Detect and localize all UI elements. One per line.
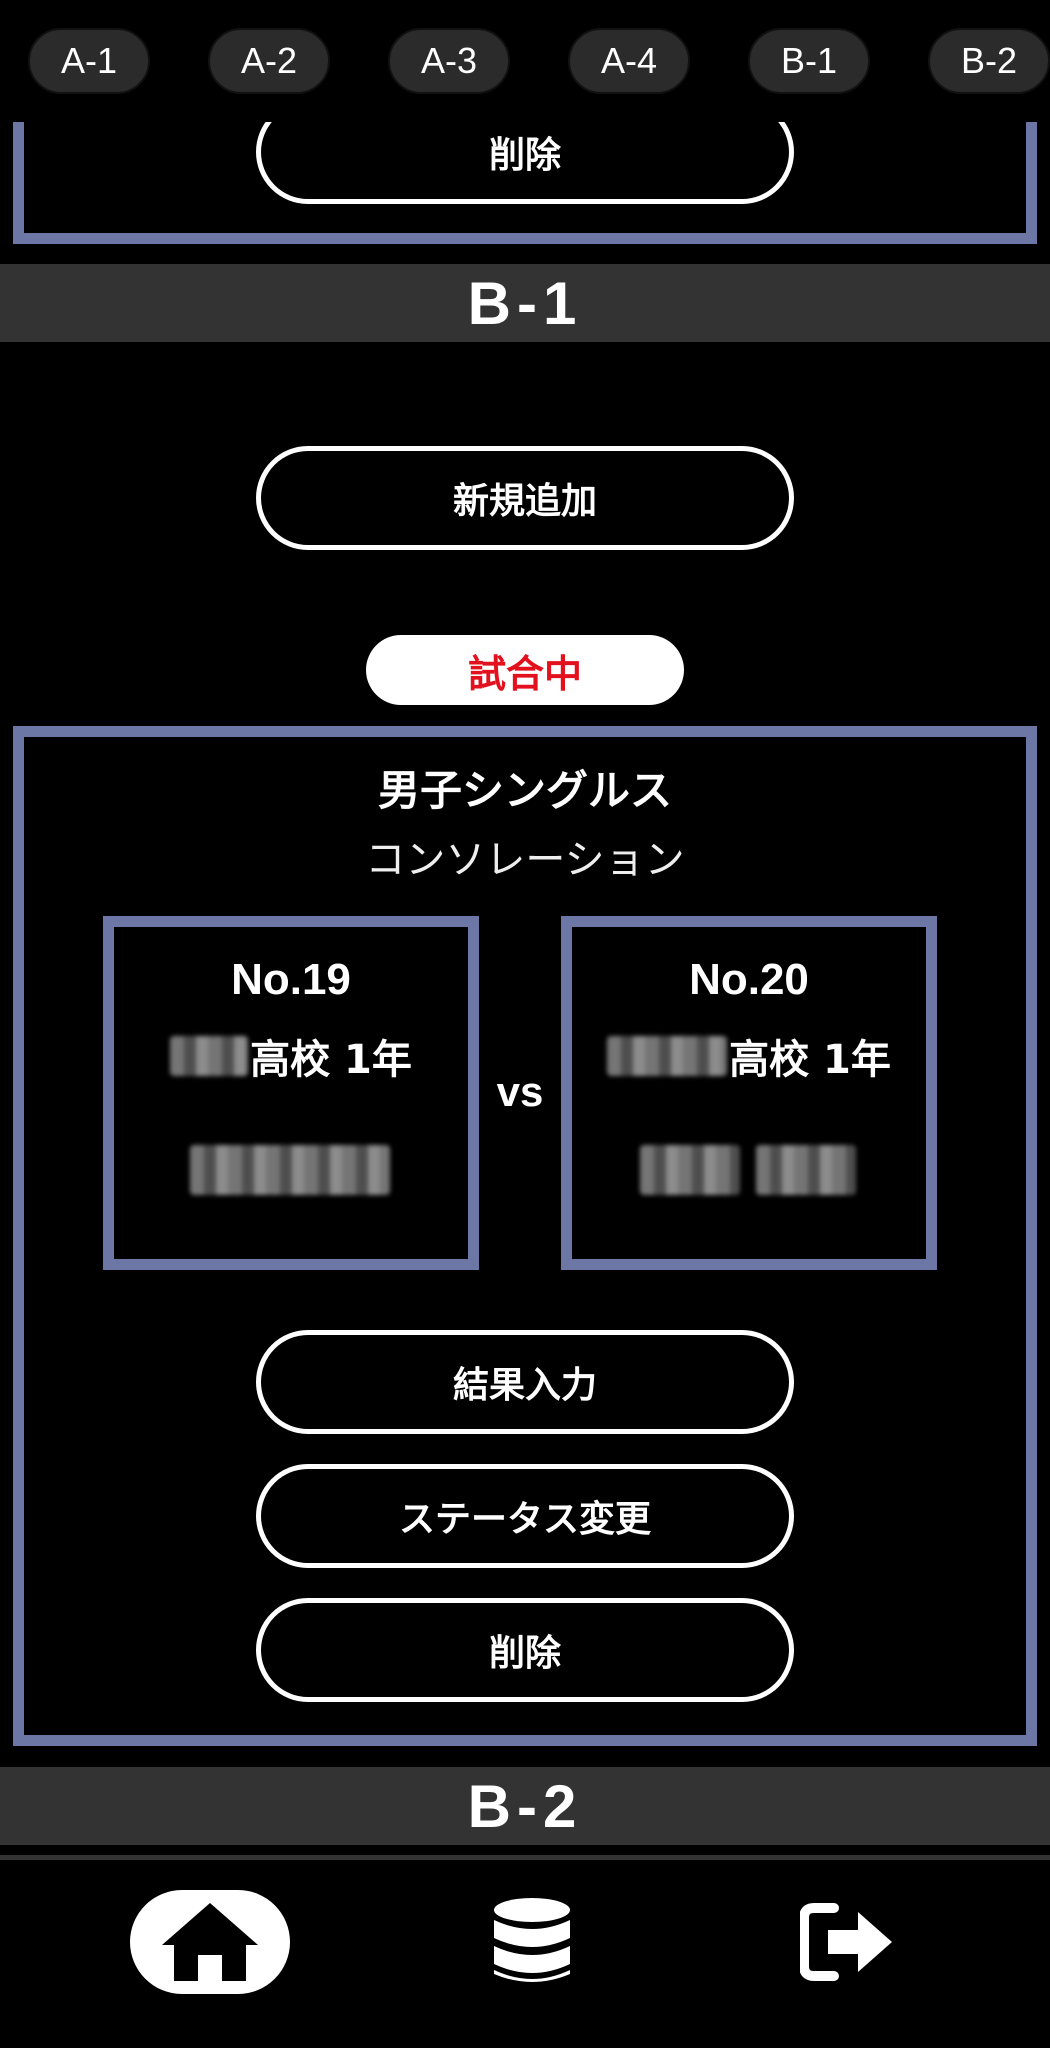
- section-header-b2: B-2: [0, 1767, 1050, 1845]
- redacted-school-name: [170, 1036, 249, 1076]
- redacted-player-given-name: [756, 1145, 856, 1195]
- result-input-button[interactable]: 結果入力: [256, 1330, 794, 1434]
- player-name: [572, 1145, 926, 1195]
- court-tab-a4[interactable]: A-4: [568, 28, 690, 94]
- add-match-button[interactable]: 新規追加: [256, 446, 794, 550]
- round-name: コンソレーション: [365, 837, 685, 883]
- nav-logout-button[interactable]: [768, 1890, 928, 1994]
- court-tab-b1[interactable]: B-1: [748, 28, 870, 94]
- bottom-nav: [0, 1855, 1050, 2048]
- player-name: [114, 1145, 468, 1195]
- delete-match-button[interactable]: 削除: [256, 1598, 794, 1702]
- logout-icon: [800, 1903, 892, 1981]
- player-school: 高校 1年: [114, 1027, 468, 1085]
- player-number: No.19: [231, 955, 351, 1004]
- court-tab-b2[interactable]: B-2: [928, 28, 1050, 94]
- database-icon: [494, 1898, 570, 1982]
- section-header-b1: B-1: [0, 264, 1050, 342]
- vs-label: vs: [496, 1068, 544, 1115]
- school-suffix: 高校 1年: [250, 1037, 412, 1083]
- nav-database-button[interactable]: [452, 1890, 612, 1994]
- nav-home-button[interactable]: [130, 1890, 290, 1994]
- player-number: No.20: [689, 955, 809, 1004]
- player-card-1: No.19 高校 1年: [103, 916, 479, 1270]
- status-badge: 試合中: [366, 635, 684, 705]
- home-icon: [162, 1903, 258, 1981]
- event-name: 男子シングルス: [377, 766, 672, 815]
- player-card-2: No.20 高校 1年: [561, 916, 937, 1270]
- court-tab-a3[interactable]: A-3: [388, 28, 510, 94]
- status-change-button[interactable]: ステータス変更: [256, 1464, 794, 1568]
- court-tab-a1[interactable]: A-1: [28, 28, 150, 94]
- player-school: 高校 1年: [572, 1027, 926, 1085]
- redacted-player-name: [190, 1145, 390, 1195]
- school-suffix: 高校 1年: [729, 1037, 891, 1083]
- redacted-player-surname: [640, 1145, 740, 1195]
- redacted-school-name: [607, 1036, 728, 1076]
- court-tab-a2[interactable]: A-2: [208, 28, 330, 94]
- court-tabs: A-1 A-2 A-3 A-4 B-1 B-2: [0, 0, 1050, 122]
